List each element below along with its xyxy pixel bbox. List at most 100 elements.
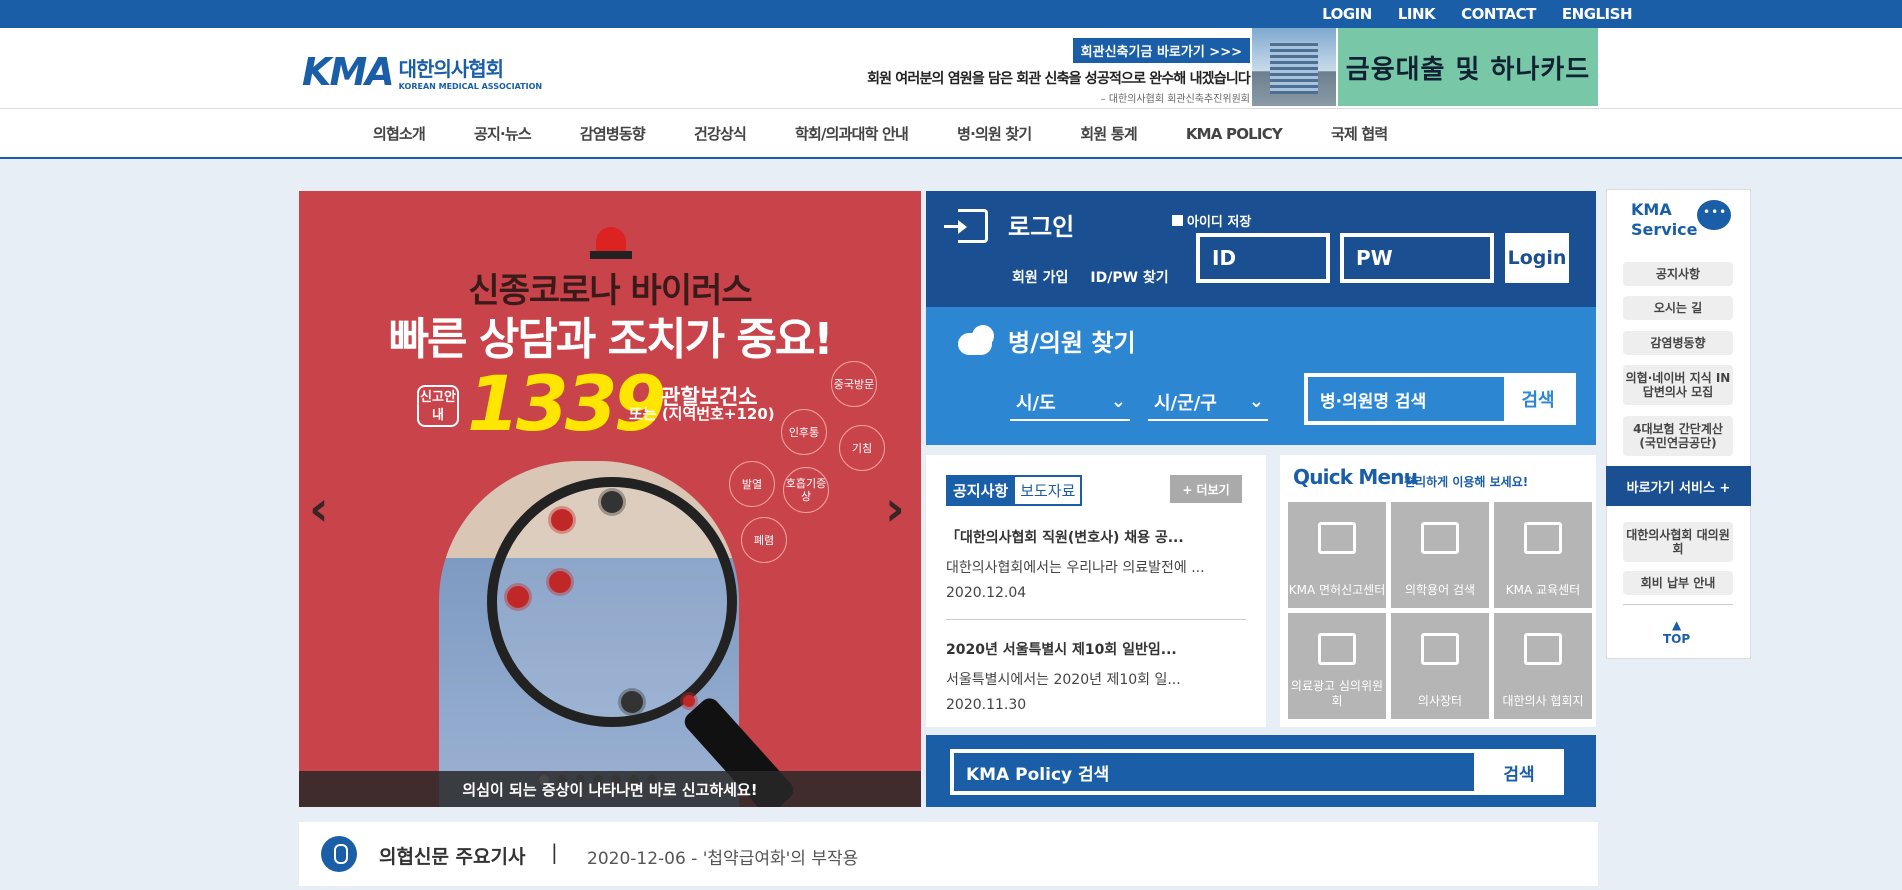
sidebar-item-infection[interactable]: 감염병동향 xyxy=(1623,331,1733,355)
find-idpw-link[interactable]: ID/PW 찾기 xyxy=(1090,267,1168,287)
siren-icon xyxy=(586,211,636,263)
nav-member-stats[interactable]: 회원 통계 xyxy=(1080,123,1137,144)
quick-journal[interactable]: 대한의사 협회지 xyxy=(1494,613,1592,719)
sigungu-select[interactable]: 시/군/구 xyxy=(1148,389,1268,421)
nav-infection[interactable]: 감염병동향 xyxy=(580,123,646,144)
sidebar-item-dues[interactable]: 회비 납부 안내 xyxy=(1623,571,1733,595)
sidebar-item-insurance-calc[interactable]: 4대보험 간단계산 (국민연금공단) xyxy=(1623,416,1733,456)
notice-desc: 대한의사협회에서는 우리나라 의료발전에 ... xyxy=(946,560,1205,576)
medical-kit-icon xyxy=(1421,633,1459,665)
quick-menu-subtitle: 편리하게 이용해 보세요! xyxy=(1404,475,1529,489)
login-button[interactable]: Login xyxy=(1505,233,1569,283)
quick-label: 의료광고 심의위원회 xyxy=(1290,679,1384,708)
slide-subheading: 빠른 상담과 조치가 중요! xyxy=(388,314,834,365)
sidebar-title: KMA Service xyxy=(1631,200,1698,239)
news-headline[interactable]: 2020-12-06 - '첩약급여화'의 부작용 xyxy=(587,844,858,869)
building-fund-button[interactable]: 회관신축기금 바로가기 >>> xyxy=(1072,38,1250,63)
quick-label: 의사장터 xyxy=(1417,694,1463,708)
virus-icon xyxy=(621,691,643,713)
open-book-icon xyxy=(1524,633,1562,665)
sidebar-item-delegates[interactable]: 대한의사협회 대의원회 xyxy=(1623,522,1733,562)
logo-english: KOREAN MEDICAL ASSOCIATION xyxy=(398,82,543,91)
id-input[interactable]: ID xyxy=(1196,233,1330,283)
sidebar-item-naver-kin[interactable]: 의협·네이버 지식 IN 답변의사 모집 xyxy=(1623,365,1733,405)
list-item[interactable]: 「대한의사협회 직원(변호사) 채용 공... 대한의사협회에서는 우리나라 의… xyxy=(946,527,1246,601)
nav-health[interactable]: 건강상식 xyxy=(694,123,747,144)
sidebar-item-notices[interactable]: 공지사항 xyxy=(1623,262,1733,286)
sido-select[interactable]: 시/도 xyxy=(1010,389,1130,421)
quick-education-center[interactable]: KMA 교육센터 xyxy=(1494,502,1592,608)
checklist-icon xyxy=(1318,633,1356,665)
quick-label: KMA 교육센터 xyxy=(1505,583,1581,597)
contact-link[interactable]: CONTACT xyxy=(1461,5,1536,23)
book-icon xyxy=(1421,522,1459,554)
main-slider[interactable]: 신종코로나 바이러스 빠른 상담과 조치가 중요! 신고안내 1339 관할보건… xyxy=(299,191,921,807)
logo-korean: 대한의사협회 xyxy=(398,57,504,81)
virus-icon xyxy=(551,509,573,531)
slide-next-arrow-icon[interactable]: › xyxy=(885,481,905,537)
notice-title[interactable]: 2020년 서울특별시 제10회 일반임... xyxy=(946,639,1246,659)
tab-notices[interactable]: 공지사항 xyxy=(946,475,1016,506)
quick-license-center[interactable]: KMA 면허신고센터 xyxy=(1288,502,1386,608)
main-nav: 의협소개 공지·뉴스 감염병동향 건강상식 학회/의과대학 안내 병·의원 찾기… xyxy=(0,108,1902,159)
hospital-search-input[interactable]: 병·의원명 검색 xyxy=(1308,377,1504,421)
notice-board: 공지사항 보도자료 + 더보기 「대한의사협회 직원(변호사) 채용 공... … xyxy=(926,455,1266,727)
policy-search-button[interactable]: 검색 xyxy=(1474,749,1564,795)
quick-term-search[interactable]: 의학용어 검색 xyxy=(1391,502,1489,608)
login-link[interactable]: LOGIN xyxy=(1322,5,1372,23)
kma-logo[interactable]: KMA 대한의사협회 KOREAN MEDICAL ASSOCIATION xyxy=(302,50,542,94)
nav-schools[interactable]: 학회/의과대학 안내 xyxy=(795,123,909,144)
hospital-search-button[interactable]: 검색 xyxy=(1504,377,1572,421)
login-icon xyxy=(944,209,988,243)
alt-number-label: 또는 (지역번호+120) xyxy=(629,405,775,423)
symptom-bubble: 중국방문 xyxy=(831,361,877,407)
notice-date: 2020.12.04 xyxy=(946,585,1027,601)
hana-card-banner[interactable]: 금융대출 및 하나카드 xyxy=(1338,28,1598,106)
list-item[interactable]: 2020년 서울특별시 제10회 일반임... 서울특별시에서는 2020년 제… xyxy=(946,639,1246,713)
sidebar-item-directions[interactable]: 오시는 길 xyxy=(1623,296,1733,320)
login-panel: 로그인 아이디 저장 회원 가입 ID/PW 찾기 ID PW Login xyxy=(926,191,1596,307)
save-id-checkbox[interactable]: 아이디 저장 xyxy=(1172,211,1251,230)
nav-news[interactable]: 공지·뉴스 xyxy=(474,123,532,144)
building-image[interactable] xyxy=(1252,28,1336,106)
notice-title[interactable]: 「대한의사협회 직원(변호사) 채용 공... xyxy=(946,527,1246,547)
join-link[interactable]: 회원 가입 xyxy=(1012,267,1068,287)
news-label: 의협신문 주요기사 xyxy=(379,846,526,868)
symptom-bubble: 폐렴 xyxy=(741,517,787,563)
hospital-finder-title: 병/의원 찾기 xyxy=(1008,329,1136,357)
hospital-finder: 병/의원 찾기 시/도 시/군/구 병·의원명 검색 검색 xyxy=(926,307,1596,445)
divider xyxy=(946,619,1246,620)
password-input[interactable]: PW xyxy=(1340,233,1494,283)
top-utility-bar: LOGIN LINK CONTACT ENGLISH xyxy=(0,0,1902,28)
nav-hospital-find[interactable]: 병·의원 찾기 xyxy=(957,123,1032,144)
policy-search-input[interactable]: KMA Policy 검색 xyxy=(954,753,1474,791)
save-id-label: 아이디 저장 xyxy=(1187,215,1252,230)
english-link[interactable]: ENGLISH xyxy=(1562,5,1633,23)
slide-prev-arrow-icon[interactable]: ‹ xyxy=(309,481,329,537)
virus-icon xyxy=(549,571,571,593)
header: KMA 대한의사협회 KOREAN MEDICAL ASSOCIATION 회관… xyxy=(0,28,1902,108)
nav-kma-policy[interactable]: KMA POLICY xyxy=(1186,125,1283,143)
nav-international[interactable]: 국제 협력 xyxy=(1331,123,1388,144)
report-badge: 신고안내 xyxy=(417,385,459,427)
nav-about[interactable]: 의협소개 xyxy=(373,123,426,144)
top-button[interactable]: ▲ TOP xyxy=(1663,618,1690,646)
shortcut-services-button[interactable]: 바로가기 서비스 + xyxy=(1606,466,1751,506)
kma-service-sidebar: KMAService 공지사항 오시는 길 감염병동향 의협·네이버 지식 IN… xyxy=(1606,189,1751,659)
cloud-search-icon xyxy=(958,325,998,355)
symptom-bubble: 기침 xyxy=(839,425,885,471)
more-button[interactable]: + 더보기 xyxy=(1170,475,1242,503)
separator: | xyxy=(551,840,558,864)
link-link[interactable]: LINK xyxy=(1398,5,1436,23)
tab-press[interactable]: 보도자료 xyxy=(1015,475,1083,506)
notice-desc: 서울특별시에서는 2020년 제10회 일... xyxy=(946,672,1181,688)
chat-bubble-icon xyxy=(1697,200,1731,230)
logo-mark: KMA xyxy=(302,50,395,94)
slide-caption: 의심이 되는 증상이 나타나면 바로 신고하세요! xyxy=(299,771,921,807)
virus-icon xyxy=(683,695,695,707)
microphone-icon xyxy=(321,836,357,872)
banner-signature: – 대한의사협회 회관신축추진위원회 xyxy=(1100,94,1250,105)
quick-doctor-market[interactable]: 의사장터 xyxy=(1391,613,1489,719)
quick-ad-review[interactable]: 의료광고 심의위원회 xyxy=(1288,613,1386,719)
checkbox-icon[interactable] xyxy=(1172,215,1183,226)
